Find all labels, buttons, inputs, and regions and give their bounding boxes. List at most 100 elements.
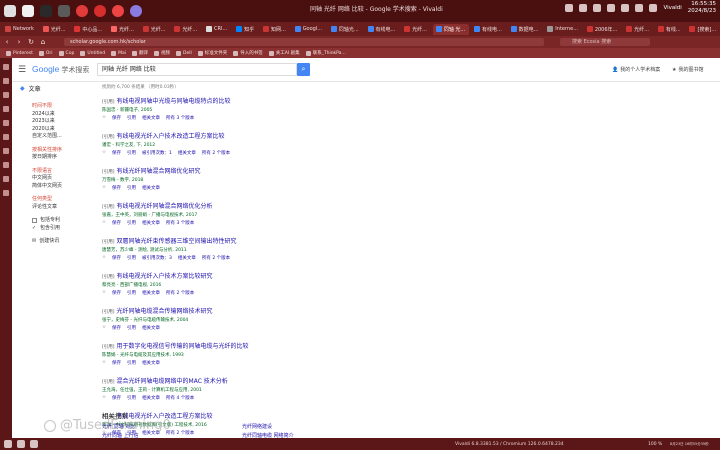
reload-icon[interactable]: ↻: [26, 37, 36, 47]
browser-tab[interactable]: 光纤...: [108, 24, 138, 35]
result-title[interactable]: [引用] 用于数字化电视信号传输的同轴电缆与光纤的比较: [102, 341, 522, 350]
power-icon[interactable]: [649, 4, 658, 12]
add-panel-icon[interactable]: [3, 190, 9, 196]
result-action-link[interactable]: 所有 2 个版本: [166, 290, 194, 296]
calendar-panel-icon[interactable]: [3, 148, 9, 154]
result-title[interactable]: [引用] 混合光纤同轴电缆网络中的MAC 技术分析: [102, 376, 522, 385]
browser-tab[interactable]: 有线电...: [365, 24, 400, 35]
bookmark-item[interactable]: Dell: [176, 50, 192, 56]
result-action-link[interactable]: 保存: [112, 220, 121, 226]
result-action-link[interactable]: 相关文章: [142, 360, 160, 366]
browser-tab[interactable]: 2006年...: [584, 24, 621, 35]
bookmark-item[interactable]: Ori: [38, 50, 53, 56]
result-action-link[interactable]: 保存: [112, 185, 121, 191]
filter-item[interactable]: 按相关性排序: [20, 147, 100, 155]
related-search-link[interactable]: 光纤网络建设: [242, 423, 382, 430]
translate-panel-icon[interactable]: [3, 176, 9, 182]
star-icon[interactable]: ☆: [102, 290, 106, 296]
bookmark-item[interactable]: 关工AI 剧集: [268, 50, 300, 56]
search-input[interactable]: 同轴 光纤 网络 比较: [97, 63, 297, 76]
result-action-link[interactable]: 相关文章: [142, 290, 160, 296]
url-input[interactable]: scholar.google.com.hk/scholar: [64, 38, 544, 46]
result-title[interactable]: [引用] 有线电视光纤入户技术改造工程方案比较: [102, 131, 522, 140]
browser-tab[interactable]: CRI...: [203, 24, 231, 35]
result-title[interactable]: [引用] 光纤同轴电缆混合传输网络技术研究: [102, 306, 522, 315]
bookmark-item[interactable]: Pinterest: [6, 50, 33, 56]
zoom-level[interactable]: 100 %: [648, 442, 662, 447]
result-title[interactable]: [引用] 有线电视同轴中光缆与同轴电缆特点的比较: [102, 96, 522, 105]
vivaldi-running-icon[interactable]: [94, 5, 106, 17]
result-action-link[interactable]: 相关文章: [142, 220, 160, 226]
system-clock[interactable]: 16:55:35 2024/8/23: [688, 1, 716, 15]
browser-tab[interactable]: 知乎: [233, 24, 258, 35]
filter-item[interactable]: 自定义范围...: [20, 133, 100, 141]
chat-app-icon[interactable]: [130, 5, 142, 17]
downloads-panel-icon[interactable]: [3, 78, 9, 84]
result-action-link[interactable]: 引用: [127, 360, 136, 366]
browser-tab[interactable]: Interne...: [544, 24, 582, 35]
scholar-logo[interactable]: Google 学术搜索: [32, 64, 89, 75]
browser-tab[interactable]: 光纤...: [171, 24, 201, 35]
result-action-link[interactable]: 相关文章: [142, 115, 160, 121]
capture-icon[interactable]: [17, 440, 25, 448]
panel-toggle-icon[interactable]: [4, 440, 12, 448]
history-panel-icon[interactable]: [3, 106, 9, 112]
filter-item[interactable]: 中文网页: [20, 175, 100, 183]
filter-item[interactable]: 评论性文章: [20, 204, 100, 212]
star-icon[interactable]: ☆: [102, 360, 106, 366]
result-action-link[interactable]: 相关文章: [178, 150, 196, 156]
result-action-link[interactable]: 相关文章: [142, 325, 160, 331]
browser-tab[interactable]: 光纤...: [140, 24, 170, 35]
network-icon[interactable]: [621, 4, 630, 12]
checkbox-icon[interactable]: [32, 218, 37, 224]
tiling-icon[interactable]: [30, 440, 38, 448]
vivaldi-app-icon[interactable]: [4, 5, 16, 17]
tray-icon[interactable]: [593, 4, 602, 12]
filter-item[interactable]: 按日期排序: [20, 154, 100, 162]
star-icon[interactable]: ☆: [102, 395, 106, 401]
browser-tab[interactable]: 同轴光...: [328, 24, 363, 35]
checked-box-icon[interactable]: ✓: [32, 225, 37, 231]
browser-tab[interactable]: 有线电...: [471, 24, 506, 35]
result-action-link[interactable]: 保存: [112, 115, 121, 121]
result-action-link[interactable]: 引用: [127, 395, 136, 401]
result-action-link[interactable]: 所有 3 个版本: [166, 220, 194, 226]
filter-item[interactable]: 任何类型: [20, 196, 100, 204]
result-action-link[interactable]: 所有 3 个版本: [166, 115, 194, 121]
result-action-link[interactable]: 相关文章: [142, 185, 160, 191]
feeds-panel-icon[interactable]: [3, 162, 9, 168]
browser-tab[interactable]: 知网...: [260, 24, 290, 35]
browser-tab[interactable]: 同轴 光...: [432, 23, 470, 35]
music-app-icon[interactable]: [112, 5, 124, 17]
browser-tab[interactable]: 光纤...: [40, 24, 70, 35]
bookmark-item[interactable]: Cop: [58, 50, 74, 56]
browser-tab[interactable]: 中心品...: [71, 24, 106, 35]
result-title-text[interactable]: 有线光纤同轴混合网络优化研究: [117, 168, 201, 175]
star-icon[interactable]: ☆: [102, 115, 106, 121]
bookmark-item[interactable]: 导入的书签: [233, 50, 263, 56]
bookmark-item[interactable]: 翻译: [132, 50, 148, 56]
result-action-link[interactable]: 引用: [127, 290, 136, 296]
browser-tab[interactable]: 数据电...: [508, 24, 543, 35]
create-alert-link[interactable]: ✉ 创建快讯: [20, 238, 100, 246]
result-title-text[interactable]: 有线电视光纤同轴混合网络优化分析: [117, 203, 213, 210]
checkbox-filter[interactable]: ✓ 包含引用: [20, 225, 100, 233]
result-action-link[interactable]: 所有 2 个版本: [202, 255, 230, 261]
mail-panel-icon[interactable]: [3, 134, 9, 140]
result-action-link[interactable]: 所有 2 个版本: [202, 150, 230, 156]
search-button[interactable]: ⌕: [297, 63, 310, 76]
filter-item[interactable]: 简体中文网页: [20, 183, 100, 191]
notes-panel-icon[interactable]: [3, 92, 9, 98]
result-action-link[interactable]: 相关文章: [178, 255, 196, 261]
result-title-text[interactable]: 用于数字化电视信号传输的同轴电缆与光纤的比较: [117, 343, 249, 350]
filter-item[interactable]: 时间不限: [20, 103, 100, 111]
result-action-link[interactable]: 引用: [127, 185, 136, 191]
result-action-link[interactable]: 相关文章: [142, 395, 160, 401]
my-library-link[interactable]: ★ 我的图书馆: [672, 66, 704, 74]
tray-icon[interactable]: [579, 4, 588, 12]
star-icon[interactable]: ☆: [102, 185, 106, 191]
files-app-icon[interactable]: [22, 5, 34, 17]
result-action-link[interactable]: 保存: [112, 325, 121, 331]
bookmark-item[interactable]: Untitled: [80, 50, 105, 56]
browser-tab[interactable]: 光纤...: [401, 24, 431, 35]
